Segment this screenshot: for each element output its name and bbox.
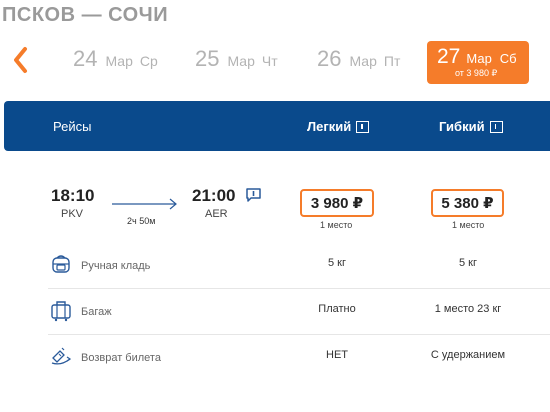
feature-label-luggage: Багаж (81, 306, 112, 318)
feature-flex-carry-on: 5 кг (459, 257, 477, 269)
date-option-27-selected[interactable]: 27 Мар Сб от 3 980 ₽ (427, 41, 529, 84)
feature-label-carry-on: Ручная кладь (81, 260, 151, 272)
date-min-price: от 3 980 ₽ (455, 68, 498, 78)
tariff-light-header[interactable]: Легкий (307, 119, 370, 134)
chevron-left-icon (14, 47, 27, 73)
departure-time: 18:10 (51, 186, 95, 205)
flights-column-label: Рейсы (53, 119, 92, 134)
carry-on-bag-icon (52, 255, 70, 273)
feature-light-luggage: Платно (318, 303, 356, 315)
date-day: 27 (437, 45, 461, 68)
info-icon[interactable] (489, 120, 503, 133)
fares-header: Рейсы Легкий Гибкий (4, 101, 550, 151)
departure-airport-code: PKV (61, 208, 84, 220)
flight-duration: 2ч 50м (127, 216, 156, 226)
date-day: 26 (317, 46, 342, 71)
feature-light-ticket-return: НЕТ (326, 349, 348, 361)
date-weekday: Сб (499, 51, 517, 66)
arrival-time: 21:00 (192, 186, 236, 205)
feature-flex-ticket-return: С удержанием (430, 349, 506, 361)
fare-flex-price-button[interactable]: 5 380 ₽ (431, 189, 504, 217)
arrival-airport-code: AER (205, 208, 228, 220)
row-divider (48, 288, 550, 289)
tariff-flex-label: Гибкий (439, 119, 485, 134)
date-month: Мар (227, 53, 255, 69)
fare-flex-seats: 1 место (452, 220, 485, 230)
date-option-26[interactable]: 26 Мар Пт (317, 46, 400, 82)
feature-flex-luggage: 1 место 23 кг (434, 303, 502, 315)
tariff-light-label: Легкий (307, 119, 352, 134)
luggage-icon (51, 301, 71, 322)
ticket-return-icon (51, 347, 72, 365)
info-icon[interactable] (356, 120, 370, 133)
date-weekday: Чт (261, 53, 278, 69)
date-month: Мар (105, 53, 133, 69)
fare-light-price-button[interactable]: 3 980 ₽ (300, 189, 374, 217)
flight-details-icon[interactable] (246, 188, 261, 202)
fare-light-seats: 1 место (320, 220, 353, 230)
date-month: Мар (466, 51, 492, 66)
previous-dates-button[interactable] (10, 46, 32, 74)
date-weekday: Ср (139, 53, 158, 69)
arrow-right-icon (112, 198, 177, 210)
date-day: 25 (195, 46, 220, 71)
date-month: Мар (349, 53, 377, 69)
date-option-25[interactable]: 25 Мар Чт (195, 46, 278, 82)
date-option-24[interactable]: 24 Мар Ср (73, 46, 158, 82)
route-title: ПСКОВ — СОЧИ (2, 4, 169, 26)
date-day: 24 (73, 46, 98, 71)
feature-light-carry-on: 5 кг (328, 257, 346, 269)
row-divider (48, 334, 550, 335)
feature-label-ticket-return: Возврат билета (81, 352, 161, 364)
date-weekday: Пт (383, 53, 401, 69)
tariff-flex-header[interactable]: Гибкий (439, 119, 503, 134)
